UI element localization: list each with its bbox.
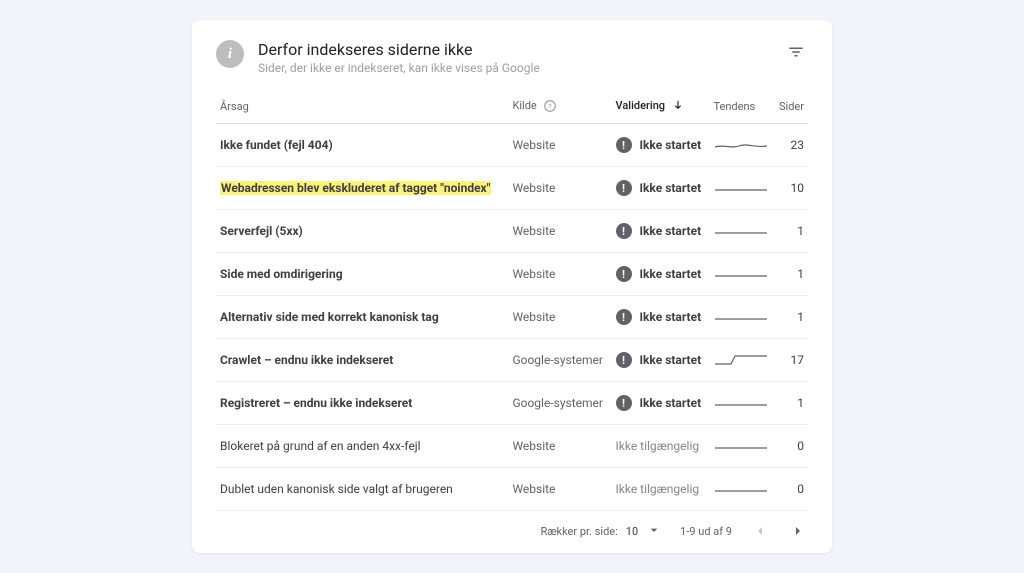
pages-count: 1 xyxy=(773,296,808,339)
reason-text: Dublet uden kanonisk side valgt af bruge… xyxy=(220,482,453,496)
reasons-table: Årsag Kilde ? Validering Tendens Sider I… xyxy=(216,93,808,511)
source-text: Website xyxy=(508,124,611,167)
trend-sparkline xyxy=(709,124,773,167)
rows-per-page-value: 10 xyxy=(626,525,638,538)
reason-text: Ikke fundet (fejl 404) xyxy=(220,138,333,152)
pages-count: 0 xyxy=(773,468,808,511)
trend-sparkline xyxy=(709,339,773,382)
table-row[interactable]: Webadressen blev ekskluderet af tagget "… xyxy=(216,167,808,210)
reason-text: Webadressen blev ekskluderet af tagget "… xyxy=(220,181,491,195)
status-text: Ikke tilgængelig xyxy=(616,439,700,453)
status-text: Ikke startet xyxy=(640,310,702,324)
status-text: Ikke startet xyxy=(640,181,702,195)
reason-text: Side med omdirigering xyxy=(220,267,343,281)
source-text: Website xyxy=(508,210,611,253)
status-icon: ! xyxy=(616,266,632,282)
reason-text: Alternativ side med korrekt kanonisk tag xyxy=(220,310,439,324)
reason-text: Serverfejl (5xx) xyxy=(220,224,303,238)
validation-cell: ! Ikke startet xyxy=(616,266,706,282)
card-header: i Derfor indekseres siderne ikke Sider, … xyxy=(216,40,808,75)
table-row[interactable]: Serverfejl (5xx) Website! Ikke startet 1 xyxy=(216,210,808,253)
status-icon: ! xyxy=(616,180,632,196)
pages-count: 10 xyxy=(773,167,808,210)
rows-per-page-label: Rækker pr. side: xyxy=(540,525,617,538)
card-title: Derfor indekseres siderne ikke xyxy=(258,40,784,59)
trend-sparkline xyxy=(709,382,773,425)
pages-count: 1 xyxy=(773,382,808,425)
table-row[interactable]: Registreret – endnu ikke indekseret Googl… xyxy=(216,382,808,425)
trend-sparkline xyxy=(709,296,773,339)
filter-icon[interactable] xyxy=(784,40,808,64)
status-text: Ikke startet xyxy=(640,267,702,281)
col-pages[interactable]: Sider xyxy=(773,93,808,124)
info-icon: i xyxy=(216,40,244,68)
pages-count: 1 xyxy=(773,253,808,296)
pagination: Rækker pr. side: 10 1-9 ud af 9 xyxy=(216,511,808,541)
table-row[interactable]: Alternativ side med korrekt kanonisk tag… xyxy=(216,296,808,339)
validation-cell: ! Ikke startet xyxy=(616,309,706,325)
status-icon: ! xyxy=(616,223,632,239)
trend-sparkline xyxy=(709,167,773,210)
status-text: Ikke startet xyxy=(640,396,702,410)
col-trend[interactable]: Tendens xyxy=(709,93,773,124)
trend-sparkline xyxy=(709,210,773,253)
status-text: Ikke startet xyxy=(640,138,702,152)
source-text: Google-systemer xyxy=(508,382,611,425)
validation-cell: Ikke tilgængelig xyxy=(616,439,706,453)
source-text: Website xyxy=(508,296,611,339)
status-text: Ikke startet xyxy=(640,224,702,238)
source-text: Website xyxy=(508,167,611,210)
trend-sparkline xyxy=(709,253,773,296)
pages-count: 1 xyxy=(773,210,808,253)
status-icon: ! xyxy=(616,395,632,411)
reason-text: Registreret – endnu ikke indekseret xyxy=(220,396,412,410)
help-icon[interactable]: ? xyxy=(543,99,557,113)
col-validation[interactable]: Validering xyxy=(612,93,710,124)
next-page-button[interactable] xyxy=(788,521,808,541)
status-icon: ! xyxy=(616,352,632,368)
source-text: Website xyxy=(508,425,611,468)
trend-sparkline xyxy=(709,425,773,468)
col-reason[interactable]: Årsag xyxy=(216,93,508,124)
pages-count: 0 xyxy=(773,425,808,468)
trend-sparkline xyxy=(709,468,773,511)
source-text: Website xyxy=(508,253,611,296)
pages-count: 23 xyxy=(773,124,808,167)
validation-cell: ! Ikke startet xyxy=(616,223,706,239)
table-row[interactable]: Blokeret på grund af en anden 4xx-fejl We… xyxy=(216,425,808,468)
source-text: Website xyxy=(508,468,611,511)
validation-cell: ! Ikke startet xyxy=(616,395,706,411)
col-source[interactable]: Kilde ? xyxy=(508,93,611,124)
index-reasons-card: i Derfor indekseres siderne ikke Sider, … xyxy=(192,20,832,553)
reason-text: Crawlet – endnu ikke indekseret xyxy=(220,353,393,367)
table-row[interactable]: Dublet uden kanonisk side valgt af bruge… xyxy=(216,468,808,511)
pages-count: 17 xyxy=(773,339,808,382)
status-text: Ikke startet xyxy=(640,353,702,367)
prev-page-button[interactable] xyxy=(750,521,770,541)
range-text: 1-9 ud af 9 xyxy=(680,525,732,538)
validation-cell: ! Ikke startet xyxy=(616,352,706,368)
table-row[interactable]: Crawlet – endnu ikke indekseret Google-sy… xyxy=(216,339,808,382)
table-row[interactable]: Ikke fundet (fejl 404) Website! Ikke start… xyxy=(216,124,808,167)
table-row[interactable]: Side med omdirigering Website! Ikke starte… xyxy=(216,253,808,296)
rows-per-page[interactable]: Rækker pr. side: 10 xyxy=(540,522,662,541)
status-text: Ikke tilgængelig xyxy=(616,482,700,496)
validation-cell: ! Ikke startet xyxy=(616,137,706,153)
source-text: Google-systemer xyxy=(508,339,611,382)
validation-cell: ! Ikke startet xyxy=(616,180,706,196)
sort-arrow-down-icon xyxy=(671,99,685,113)
svg-text:?: ? xyxy=(549,102,552,110)
status-icon: ! xyxy=(616,137,632,153)
card-subtitle: Sider, der ikke er indekseret, kan ikke … xyxy=(258,61,784,75)
dropdown-caret-icon xyxy=(646,522,662,541)
validation-cell: Ikke tilgængelig xyxy=(616,482,706,496)
reason-text: Blokeret på grund af en anden 4xx-fejl xyxy=(220,439,421,453)
status-icon: ! xyxy=(616,309,632,325)
